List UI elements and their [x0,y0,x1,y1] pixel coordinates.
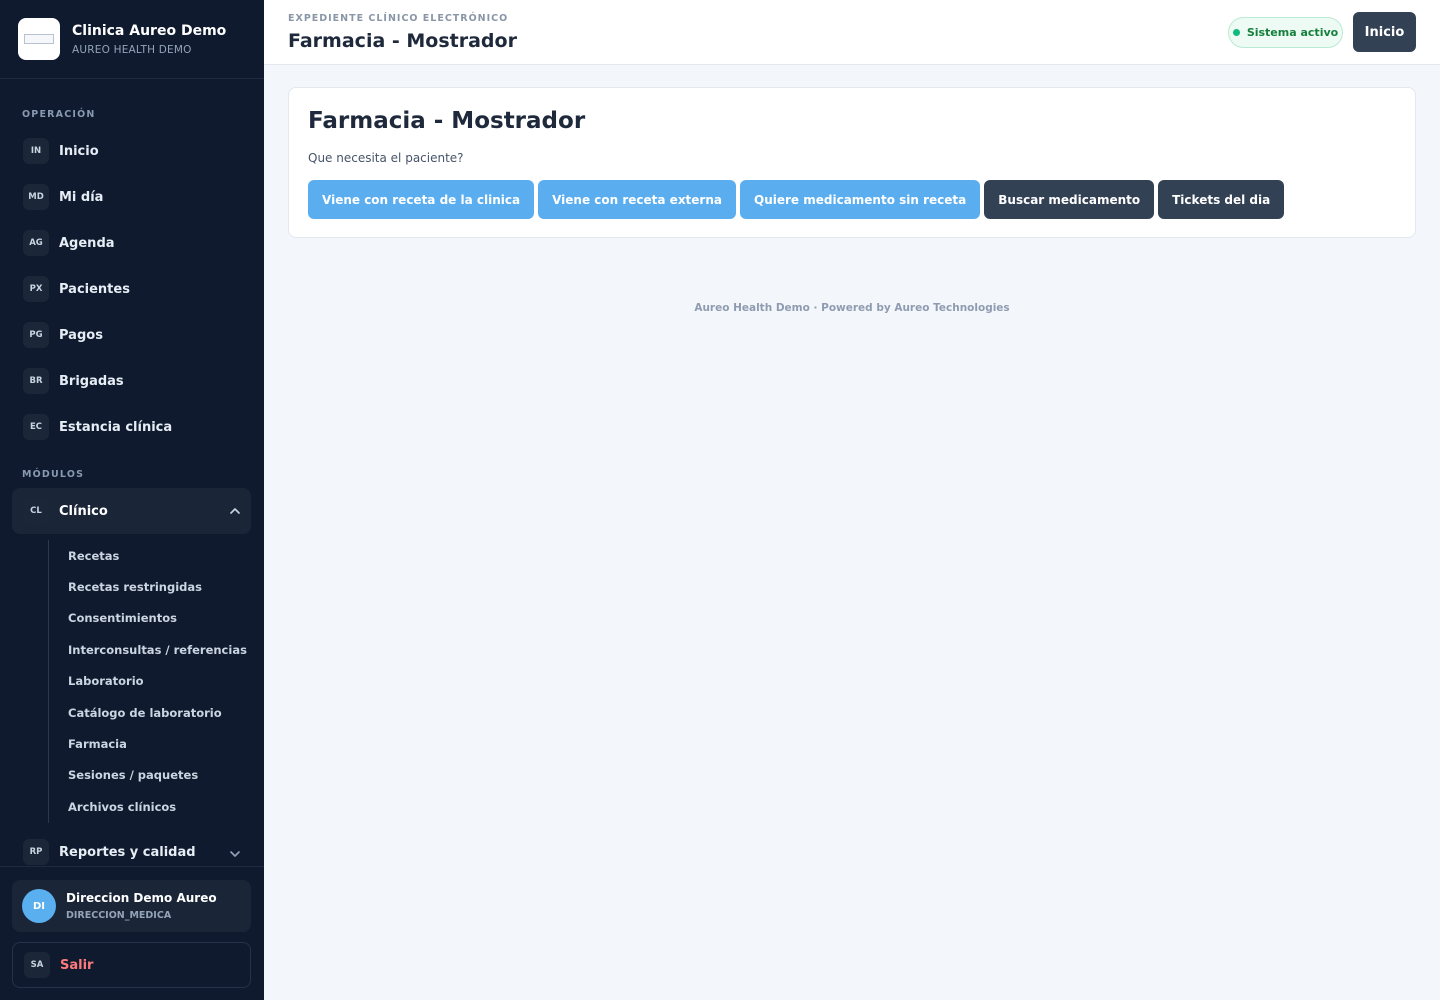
sidebar-item-mi-dia[interactable]: MD Mi día [12,177,251,217]
no-prescription-button[interactable]: Quiere medicamento sin receta [740,180,981,219]
nav-badge: BR [23,368,49,394]
submenu-item-sesiones-paquetes[interactable]: Sesiones / paquetes [49,760,248,791]
sidebar-item-label: Agenda [59,235,115,251]
submenu-item-farmacia[interactable]: Farmacia [49,728,248,759]
clinical-submenu: Recetas Recetas restringidas Consentimie… [48,540,248,823]
brand-header: Clinica Aureo Demo AUREO HEALTH DEMO [0,0,264,79]
section-label-modules: MÓDULOS [22,469,85,480]
page-title: Farmacia - Mostrador [288,30,517,52]
sidebar-item-label: Clínico [59,503,108,519]
sidebar-item-clinico[interactable]: CL Clínico [12,488,251,534]
nav-badge: MD [23,184,49,210]
header-eyebrow: EXPEDIENTE CLÍNICO ELECTRÓNICO [288,13,509,24]
home-button[interactable]: Inicio [1353,12,1416,52]
topbar: EXPEDIENTE CLÍNICO ELECTRÓNICO Farmacia … [264,0,1440,65]
avatar: DI [22,889,56,923]
nav-badge: SA [24,952,50,978]
sidebar-item-label: Pacientes [59,281,130,297]
submenu-item-archivos-clinicos[interactable]: Archivos clínicos [49,791,248,822]
user-role: DIRECCION_MEDICA [66,910,172,921]
submenu-item-recetas-restringidas[interactable]: Recetas restringidas [49,571,248,602]
submenu-item-catalogo-laboratorio[interactable]: Catálogo de laboratorio [49,697,248,728]
nav-badge: AG [23,230,49,256]
nav-badge: EC [23,414,49,440]
sidebar-item-label: Brigadas [59,373,124,389]
sidebar-item-pacientes[interactable]: PX Pacientes [12,269,251,309]
sidebar-item-brigadas[interactable]: BR Brigadas [12,361,251,401]
external-prescription-button[interactable]: Viene con receta externa [538,180,736,219]
sidebar-divider [0,866,264,867]
sidebar-item-pagos[interactable]: PG Pagos [12,315,251,355]
status-text: Sistema activo [1246,26,1339,39]
nav-badge: CL [23,498,49,524]
card-question: Que necesita el paciente? [308,151,464,165]
clinic-logo [18,18,60,60]
sidebar-item-estancia-clinica[interactable]: EC Estancia clínica [12,407,251,447]
clinic-prescription-button[interactable]: Viene con receta de la clinica [308,180,535,219]
sidebar-item-inicio[interactable]: IN Inicio [12,131,251,171]
sidebar-item-label: Mi día [59,189,104,205]
sidebar: Clinica Aureo Demo AUREO HEALTH DEMO OPE… [0,0,264,1000]
logo-placeholder-icon [24,34,54,44]
chevron-down-icon [230,851,240,857]
pharmacy-counter-card: Farmacia - Mostrador Que necesita el pac… [288,87,1416,238]
nav-badge: IN [23,138,49,164]
action-buttons: Viene con receta de la clinica Viene con… [308,180,1285,219]
nav-badge: PX [23,276,49,302]
submenu-item-interconsultas[interactable]: Interconsultas / referencias [49,634,248,665]
search-medication-button[interactable]: Buscar medicamento [984,180,1155,219]
nav-badge: PG [23,322,49,348]
card-title: Farmacia - Mostrador [308,108,586,134]
user-name: Direccion Demo Aureo [66,891,217,905]
section-label-operation: OPERACIÓN [22,109,96,120]
logout-button[interactable]: SA Salir [12,942,251,988]
chevron-up-icon [230,508,240,514]
brand-name: Clinica Aureo Demo [72,22,227,39]
sidebar-item-label: Inicio [59,143,99,159]
sidebar-item-label: Reportes y calidad [59,844,196,860]
daily-tickets-button[interactable]: Tickets del dia [1158,180,1285,219]
footer-credit: Aureo Health Demo · Powered by Aureo Tec… [694,302,1010,314]
nav-badge: RP [23,839,49,865]
submenu-item-consentimientos[interactable]: Consentimientos [49,603,248,634]
logout-label: Salir [60,957,94,973]
sidebar-item-label: Estancia clínica [59,419,173,435]
user-card[interactable]: DI Direccion Demo Aureo DIRECCION_MEDICA [12,880,251,932]
status-badge: Sistema activo [1228,17,1343,48]
submenu-item-recetas[interactable]: Recetas [49,540,248,571]
brand-subtitle: AUREO HEALTH DEMO [72,43,192,56]
status-dot-icon [1232,29,1240,36]
sidebar-item-agenda[interactable]: AG Agenda [12,223,251,263]
submenu-item-laboratorio[interactable]: Laboratorio [49,666,248,697]
sidebar-item-label: Pagos [59,327,103,343]
